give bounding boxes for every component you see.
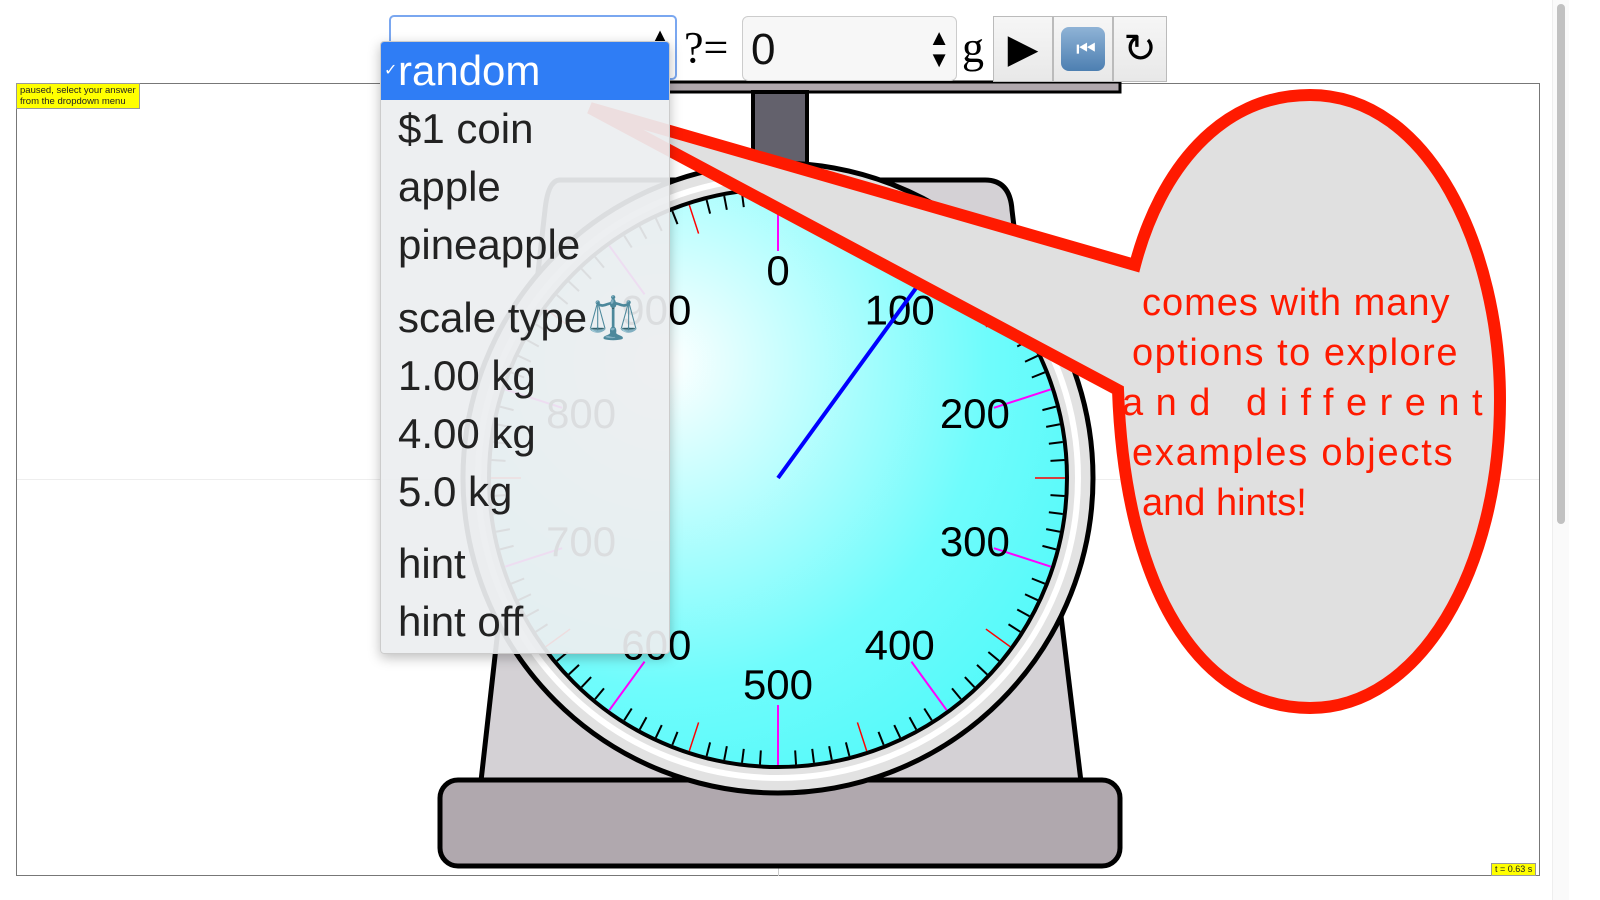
scale-platform xyxy=(658,80,1122,94)
option-label: $1 coin xyxy=(398,105,534,152)
checkmark-icon: ✓ xyxy=(384,62,398,79)
status-line: paused, select your answer xyxy=(20,85,136,96)
dropdown-group-header: scale type⚖️ xyxy=(381,289,669,347)
dropdown-option[interactable]: ✓ random xyxy=(381,42,669,100)
unit-label: g xyxy=(962,23,984,72)
callout-line: comes with many xyxy=(1142,282,1451,324)
option-label: 5.0 kg xyxy=(398,468,513,515)
option-label: random xyxy=(398,47,541,94)
question-label: ?= xyxy=(684,23,729,72)
dial-label: 300 xyxy=(940,518,1010,565)
option-label: pineapple xyxy=(398,221,581,268)
dropdown-option[interactable]: pineapple xyxy=(381,216,669,274)
page-scrollbar[interactable] xyxy=(1552,0,1569,900)
reset-button[interactable]: ↻ xyxy=(1113,16,1167,82)
dropdown-option[interactable]: $1 coin xyxy=(381,100,669,158)
option-label: hint xyxy=(398,540,466,587)
dial-tick xyxy=(1050,458,1065,462)
dropdown-option[interactable]: 5.0 kg xyxy=(381,463,669,521)
dial-label: 0 xyxy=(766,247,789,294)
option-label: hint off xyxy=(398,598,524,645)
answer-input[interactable]: 0 ▲ ▼ xyxy=(742,16,957,81)
dial-label: 400 xyxy=(865,621,935,668)
answer-value: 0 xyxy=(751,25,776,74)
scroll-thumb[interactable] xyxy=(1557,4,1565,524)
dropdown-option[interactable]: hint off xyxy=(381,593,669,651)
callout-line: options to explore xyxy=(1132,332,1459,374)
dropdown-option[interactable]: 1.00 kg xyxy=(381,347,669,405)
dial-label: 200 xyxy=(940,390,1010,437)
callout-line: examples objects xyxy=(1132,432,1455,474)
callout-line: and different xyxy=(1122,382,1496,424)
dial-tick xyxy=(1050,494,1065,498)
dropdown-option[interactable]: apple xyxy=(381,158,669,216)
dial-tick xyxy=(794,750,798,765)
dropdown-option[interactable]: 4.00 kg xyxy=(381,405,669,463)
option-label: 4.00 kg xyxy=(398,410,536,457)
dropdown-option[interactable]: hint xyxy=(381,535,669,593)
option-label: scale type⚖️ xyxy=(398,294,640,341)
dial-label: 500 xyxy=(743,661,813,708)
status-message: paused, select your answer from the drop… xyxy=(16,83,140,109)
status-line: from the dropdown menu xyxy=(20,96,126,107)
callout-line: and hints! xyxy=(1142,482,1307,524)
play-icon: ▶ xyxy=(1007,27,1039,71)
rewind-icon: ⏮ xyxy=(1061,27,1105,71)
dial-tick xyxy=(758,750,762,765)
rewind-button[interactable]: ⏮ xyxy=(1053,16,1113,82)
callout-text: comes with many options to explore and d… xyxy=(1122,278,1490,528)
option-label: 1.00 kg xyxy=(398,352,536,399)
play-button[interactable]: ▶ xyxy=(993,16,1053,82)
option-label: apple xyxy=(398,163,501,210)
elapsed-time: t = 0.63 s xyxy=(1491,863,1537,876)
spinner-icon[interactable]: ▲ ▼ xyxy=(928,27,950,71)
reset-icon: ↻ xyxy=(1123,26,1157,72)
object-dropdown-menu[interactable]: ✓ random $1 coin apple pineapple scale ty… xyxy=(380,41,670,654)
